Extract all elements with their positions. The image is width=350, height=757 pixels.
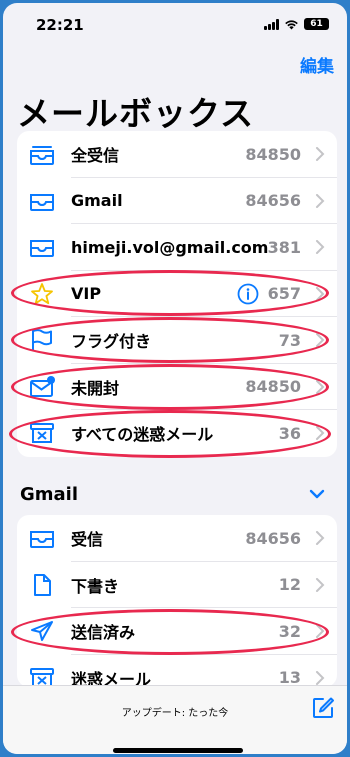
mailbox-count: 84850 bbox=[245, 377, 301, 397]
folder-sent[interactable]: 送信済み 32 bbox=[17, 608, 337, 655]
mailbox-all-junk[interactable]: すべての迷惑メール 36 bbox=[17, 410, 337, 457]
mailbox-label: フラグ付き bbox=[71, 332, 152, 352]
update-status: アップデート: たった今 bbox=[121, 708, 229, 719]
paperplane-icon bbox=[31, 621, 53, 641]
mailbox-label: すべての迷惑メール bbox=[71, 425, 214, 445]
page-title: メールボックス bbox=[17, 94, 255, 133]
folder-label: 迷惑メール bbox=[71, 669, 152, 687]
envelope-unread-icon bbox=[30, 375, 55, 397]
mailbox-all-inboxes[interactable]: 全受信 84850 bbox=[17, 131, 337, 178]
star-icon bbox=[31, 282, 53, 304]
chevron-right-icon bbox=[316, 426, 325, 441]
mailbox-count: 84850 bbox=[245, 144, 301, 164]
signal-icon bbox=[264, 18, 279, 30]
tray-icon bbox=[30, 193, 54, 211]
folder-count: 32 bbox=[278, 621, 301, 641]
mailbox-label: Gmail bbox=[71, 191, 123, 211]
mailbox-flagged[interactable]: フラグ付き 73 bbox=[17, 317, 337, 364]
info-icon[interactable] bbox=[237, 283, 259, 305]
mailbox-count: 84656 bbox=[245, 191, 301, 211]
mailbox-gmail[interactable]: Gmail 84656 bbox=[17, 178, 337, 224]
mailbox-count: 36 bbox=[278, 423, 301, 443]
home-indicator bbox=[113, 748, 243, 753]
chevron-right-icon bbox=[316, 193, 325, 208]
mailbox-count: 381 bbox=[267, 237, 301, 257]
mailbox-unread[interactable]: 未開封 84850 bbox=[17, 364, 337, 410]
mailbox-label: 未開封 bbox=[71, 378, 120, 398]
edit-button[interactable]: 編集 bbox=[300, 52, 334, 77]
status-icons: 61 bbox=[264, 18, 329, 30]
mailbox-label: VIP bbox=[71, 284, 102, 304]
junk-icon bbox=[30, 423, 54, 443]
battery-icon: 61 bbox=[304, 18, 329, 30]
folder-count: 84656 bbox=[245, 528, 301, 548]
chevron-right-icon bbox=[316, 147, 325, 162]
compose-icon[interactable] bbox=[311, 696, 335, 720]
status-bar: 22:21 61 bbox=[3, 3, 347, 47]
gmail-folder-list: 受信 84656 下書き 12 送信済み 32 迷惑メール 13 bbox=[17, 515, 337, 687]
tray-icon bbox=[30, 240, 54, 257]
mailbox-count: 73 bbox=[278, 330, 301, 350]
chevron-right-icon bbox=[316, 624, 325, 639]
tray-icon bbox=[30, 531, 54, 548]
wifi-icon bbox=[285, 19, 298, 30]
folder-count: 12 bbox=[278, 575, 301, 595]
chevron-right-icon bbox=[316, 577, 325, 592]
folder-label: 下書き bbox=[71, 576, 120, 596]
chevron-right-icon bbox=[316, 286, 325, 301]
phone-screen: 22:21 61 編集 メールボックス 全受信 84850 Gmail 8465… bbox=[3, 3, 347, 754]
mailbox-count: 657 bbox=[267, 284, 301, 304]
folder-junk[interactable]: 迷惑メール 13 bbox=[17, 655, 337, 687]
bottom-toolbar: アップデート: たった今 bbox=[3, 685, 347, 754]
status-time: 22:21 bbox=[36, 16, 84, 34]
tray-stack-icon bbox=[30, 146, 54, 165]
mailbox-vip[interactable]: VIP 657 bbox=[17, 271, 337, 317]
folder-label: 送信済み bbox=[71, 623, 136, 643]
chevron-right-icon bbox=[316, 333, 325, 348]
document-icon bbox=[34, 573, 51, 596]
mailbox-list: 全受信 84850 Gmail 84656 himeji.vol@gmail.c… bbox=[17, 131, 337, 457]
folder-label: 受信 bbox=[71, 530, 104, 550]
chevron-right-icon bbox=[316, 670, 325, 685]
chevron-right-icon bbox=[316, 379, 325, 394]
chevron-down-icon[interactable] bbox=[309, 488, 325, 500]
junk-icon bbox=[30, 667, 54, 687]
mailbox-label: 全受信 bbox=[71, 146, 120, 166]
folder-inbox[interactable]: 受信 84656 bbox=[17, 515, 337, 562]
folder-drafts[interactable]: 下書き 12 bbox=[17, 562, 337, 608]
mailbox-label: himeji.vol@gmail.com bbox=[71, 237, 269, 257]
mailbox-account[interactable]: himeji.vol@gmail.com 381 bbox=[17, 224, 337, 271]
chevron-right-icon bbox=[316, 531, 325, 546]
chevron-right-icon bbox=[316, 240, 325, 255]
section-title-gmail: Gmail bbox=[20, 484, 79, 505]
flag-icon bbox=[32, 329, 52, 350]
